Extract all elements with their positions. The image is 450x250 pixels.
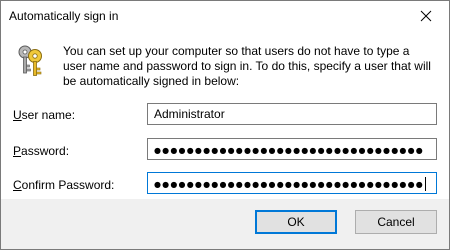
text-caret [424, 176, 426, 191]
dialog-body: You can set up your computer so that use… [1, 31, 449, 199]
close-button[interactable] [403, 1, 449, 31]
username-label: User name: [13, 108, 76, 122]
dialog-window: Automatically sign in You can set up you… [0, 0, 450, 250]
confirm-password-input[interactable]: ●●●●●●●●●●●●●●●●●●●●●●●●●●●●●●●●● [147, 172, 437, 194]
cancel-button[interactable]: Cancel [355, 210, 437, 234]
description-text: You can set up your computer so that use… [63, 44, 431, 88]
keys-icon [18, 45, 42, 76]
confirm-password-label: Confirm Password: [13, 178, 115, 192]
title-bar[interactable]: Automatically sign in [1, 1, 449, 31]
button-bar: OK Cancel [1, 199, 449, 249]
password-input[interactable]: ●●●●●●●●●●●●●●●●●●●●●●●●●●●●●●●●● [147, 138, 437, 160]
username-input[interactable]: Administrator [147, 103, 437, 125]
window-title: Automatically sign in [9, 9, 119, 23]
ok-button[interactable]: OK [255, 210, 337, 234]
password-label: Password: [13, 144, 70, 158]
close-icon [420, 10, 432, 22]
